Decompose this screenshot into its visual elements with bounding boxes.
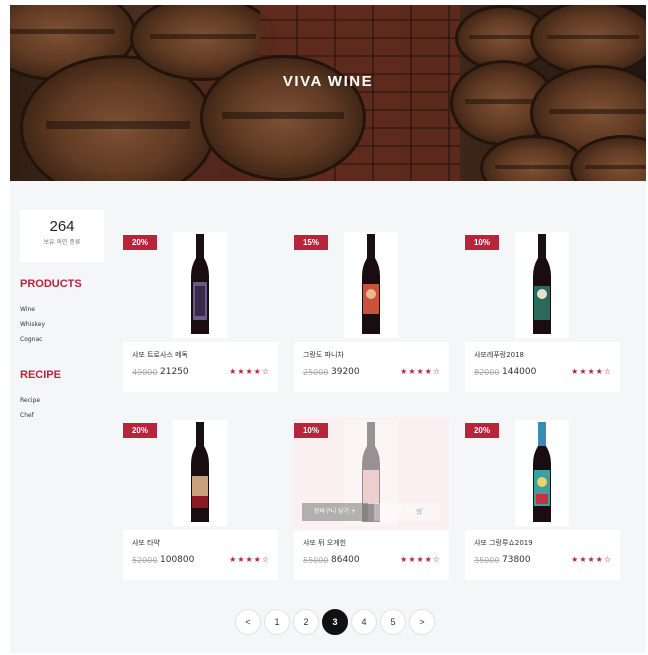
product-card[interactable]: 20% 샤또 그랑루쇼2019 35000 73800 ★★★★☆ xyxy=(465,418,620,583)
sale-price: 39200 xyxy=(331,367,360,377)
add-to-cart-button[interactable]: 장바구니 담기 + xyxy=(302,503,368,521)
product-info: 샤또 그랑루쇼2019 35000 73800 ★★★★☆ xyxy=(465,530,620,580)
wine-count-label: 보유 와인 종류 xyxy=(43,239,81,246)
original-price: 82000 xyxy=(474,368,500,377)
menu-item-recipe[interactable]: Recipe xyxy=(20,393,110,408)
product-info: 샤또 타약 52000 100800 ★★★★☆ xyxy=(123,530,278,580)
sale-price: 100800 xyxy=(160,555,195,565)
recipe-menu: Recipe Chef xyxy=(20,393,110,423)
wine-bottle-icon xyxy=(533,422,551,522)
discount-badge: 20% xyxy=(123,423,157,438)
wine-bottle-icon xyxy=(191,422,209,522)
discount-badge: 15% xyxy=(294,235,328,250)
menu-item-whiskey[interactable]: Whiskey xyxy=(20,317,110,332)
sale-price: 86400 xyxy=(331,555,360,565)
next-page-button[interactable]: > xyxy=(409,609,435,635)
product-info: 샤또 뒤 오게힌 55000 86400 ★★★★☆ xyxy=(294,530,449,580)
rating-stars: ★★★★☆ xyxy=(571,367,612,376)
product-name[interactable]: 샤또 타약 xyxy=(132,538,160,548)
hero-title: VIVA WINE xyxy=(282,73,374,90)
page-button-1[interactable]: 1 xyxy=(264,609,290,635)
product-name[interactable]: 샤또 뒤 오게힌 xyxy=(303,538,346,548)
products-heading: PRODUCTS xyxy=(20,278,82,290)
product-info: 그랑도 파니차 25000 39200 ★★★★☆ xyxy=(294,342,449,392)
sale-price: 21250 xyxy=(160,367,189,377)
menu-item-wine[interactable]: Wine xyxy=(20,302,110,317)
sidebar: 264 보유 와인 종류 PRODUCTS Wine Whiskey Cogna… xyxy=(20,210,110,423)
discount-badge: 20% xyxy=(123,235,157,250)
original-price: 52000 xyxy=(132,556,158,565)
page-button-4[interactable]: 4 xyxy=(351,609,377,635)
rating-stars: ★★★★☆ xyxy=(571,555,612,564)
product-name[interactable]: 샤또 그랑루쇼2019 xyxy=(474,538,533,548)
original-price: 49000 xyxy=(132,368,158,377)
prev-page-button[interactable]: < xyxy=(235,609,261,635)
products-menu: Wine Whiskey Cognac xyxy=(20,302,110,347)
rating-stars: ★★★★☆ xyxy=(229,555,270,564)
rating-stars: ★★★★☆ xyxy=(229,367,270,376)
discount-badge: 10% xyxy=(465,235,499,250)
buy-now-button[interactable]: 바로 구매 🛒 xyxy=(374,503,440,521)
product-name[interactable]: 그랑도 파니차 xyxy=(303,350,344,360)
discount-badge: 20% xyxy=(465,423,499,438)
rating-stars: ★★★★☆ xyxy=(400,555,441,564)
wine-bottle-icon xyxy=(362,234,380,334)
sale-price: 73800 xyxy=(502,555,531,565)
rating-stars: ★★★★☆ xyxy=(400,367,441,376)
pagination: < 1 2 3 4 5 > xyxy=(235,609,435,635)
page-frame: VIVA WINE 264 보유 와인 종류 PRODUCTS Wine Whi… xyxy=(10,5,646,653)
product-card[interactable]: 20% 샤또 타약 52000 100800 ★★★★☆ xyxy=(123,418,278,583)
product-name[interactable]: 샤또 트로사스 메독 xyxy=(132,350,188,360)
product-card[interactable]: 장바구니 담기 + 바로 구매 🛒 10% 샤또 뒤 오게힌 55000 864… xyxy=(294,418,449,583)
product-name[interactable]: 샤또레푸랑2018 xyxy=(474,350,524,360)
original-price: 25000 xyxy=(303,368,329,377)
original-price: 55000 xyxy=(303,556,329,565)
wine-bottle-icon xyxy=(191,234,209,334)
product-info: 샤또 트로사스 메독 49000 21250 ★★★★☆ xyxy=(123,342,278,392)
recipe-heading: RECIPE xyxy=(20,369,61,381)
original-price: 35000 xyxy=(474,556,500,565)
menu-item-cognac[interactable]: Cognac xyxy=(20,332,110,347)
product-card[interactable]: 20% 샤또 트로사스 메독 49000 21250 ★★★★☆ xyxy=(123,230,278,395)
product-info: 샤또레푸랑2018 82000 144000 ★★★★☆ xyxy=(465,342,620,392)
menu-item-chef[interactable]: Chef xyxy=(20,408,110,423)
product-card[interactable]: 10% 샤또레푸랑2018 82000 144000 ★★★★☆ xyxy=(465,230,620,395)
product-card[interactable]: 15% 그랑도 파니차 25000 39200 ★★★★☆ xyxy=(294,230,449,395)
page-button-3[interactable]: 3 xyxy=(322,609,348,635)
wine-count-box: 264 보유 와인 종류 xyxy=(20,210,104,262)
page-button-5[interactable]: 5 xyxy=(380,609,406,635)
wine-bottle-icon xyxy=(533,234,551,334)
wine-count: 264 xyxy=(49,218,75,235)
page-button-2[interactable]: 2 xyxy=(293,609,319,635)
sale-price: 144000 xyxy=(502,367,537,377)
hero-banner: VIVA WINE xyxy=(10,5,646,181)
discount-badge: 10% xyxy=(294,423,328,438)
